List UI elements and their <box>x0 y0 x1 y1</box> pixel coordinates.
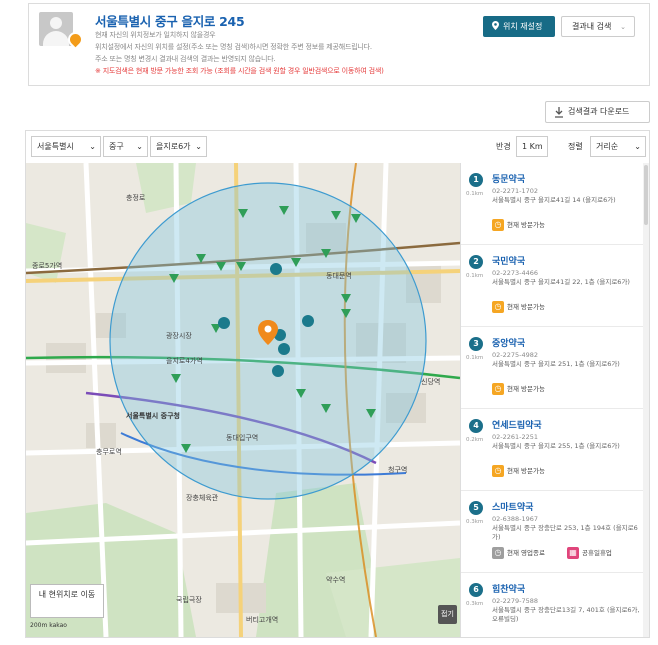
pharmacy-list: 1 0.1km 동문약국 02-2271-1702 서울특별시 중구 을지로41… <box>460 163 649 637</box>
list-item[interactable]: 2 0.1km 국민약국 02-2273-4466 서울특별시 중구 을지로41… <box>461 245 644 327</box>
holiday-badge: ▦ 공휴일휴업 <box>567 547 612 560</box>
pharmacy-name[interactable]: 동문약국 <box>492 172 525 185</box>
location-box: 서울특별시 중구 을지로 245 현재 자신의 위치정보가 일치하지 않을경우 … <box>28 3 650 86</box>
distance-text: 0.1km <box>466 191 484 197</box>
reset-location-button[interactable]: 위치 재설정 <box>483 16 555 37</box>
clock-icon: ◷ <box>492 219 504 231</box>
pharmacy-name[interactable]: 힘찬약국 <box>492 582 525 595</box>
distance-text: 0.1km <box>466 273 484 279</box>
pharmacy-address: 서울특별시 중구 을지로41길 22, 1층 (을지로6가) <box>492 278 630 286</box>
pharmacy-address: 서울특별시 중구 장충단로13길 7, 401호 (을지로6가, 오류빌딩) <box>492 606 640 623</box>
list-item[interactable]: 1 0.1km 동문약국 02-2271-1702 서울특별시 중구 을지로41… <box>461 163 644 245</box>
map-canvas <box>26 163 460 637</box>
pharmacy-name[interactable]: 중앙약국 <box>492 336 525 349</box>
pharmacy-address: 서울특별시 중구 을지로 251, 1층 (을지로6가) <box>492 360 620 368</box>
pharmacy-phone: 02-6388-1967 <box>492 515 539 523</box>
download-results-button[interactable]: 검색결과 다운로드 <box>545 101 650 123</box>
list-item[interactable]: 5 0.3km 스마트약국 02-6388-1967 서울특별시 중구 장충단로… <box>461 491 644 573</box>
chevron-down-icon: ⌄ <box>89 142 96 151</box>
sort-label: 정렬 <box>568 142 583 151</box>
result-number: 4 <box>469 419 483 433</box>
current-address-title: 서울특별시 중구 을지로 245 <box>95 14 245 29</box>
list-item[interactable]: 3 0.1km 중앙약국 02-2275-4982 서울특별시 중구 을지로 2… <box>461 327 644 409</box>
map-label: 약수역 <box>326 576 346 584</box>
pharmacy-address: 서울특별시 중구 을지로41길 14 (을지로6가) <box>492 196 616 204</box>
pharmacy-name[interactable]: 국민약국 <box>492 254 525 267</box>
distance-text: 0.3km <box>466 519 484 525</box>
radius-select[interactable]: 1 Km <box>516 136 548 157</box>
pharmacy-phone: 02-2261-2251 <box>492 433 539 441</box>
list-scrollbar[interactable] <box>643 163 649 637</box>
my-location-button[interactable]: 내 현위치로 이동 <box>30 584 104 618</box>
city-select[interactable]: 서울특별시 ⌄ <box>31 136 101 157</box>
distance-text: 0.2km <box>466 437 484 443</box>
chevron-down-icon: ⌄ <box>136 142 143 151</box>
pharmacy-name[interactable]: 스마트약국 <box>492 500 533 513</box>
map-label: 국립극장 <box>176 596 202 604</box>
distance-text: 0.3km <box>466 601 484 607</box>
map-label: 종로5가역 <box>32 262 63 270</box>
result-number: 5 <box>469 501 483 515</box>
map-label: 충정로 <box>126 194 146 202</box>
warning-text: ※ 지도검색은 현재 방문 가능한 조회 가능 (조회를 시간을 검색 원할 경… <box>95 67 384 75</box>
calendar-icon: ▦ <box>567 547 579 559</box>
status-badge: ◷ 현재 방문가능 <box>492 219 545 232</box>
list-item[interactable]: 4 0.2km 연세드림약국 02-2261-2251 서울특별시 중구 을지로… <box>461 409 644 491</box>
map-label: 동대문역 <box>326 272 352 280</box>
pharmacy-map[interactable]: 종로5가역 동대문역 을지로4가역 서울특별시 중구청 청구역 신당역 동대입구… <box>26 163 460 637</box>
clock-icon: ◷ <box>492 465 504 477</box>
sort-select[interactable]: 거리순 ⌄ <box>590 136 646 157</box>
location-description: 현재 자신의 위치정보가 일치하지 않을경우 위치설정에서 자신의 위치를 설정… <box>95 31 384 75</box>
download-icon <box>555 107 563 118</box>
map-label: 신당역 <box>421 378 441 386</box>
pharmacy-phone: 02-2271-1702 <box>492 187 539 195</box>
district-select[interactable]: 중구 ⌄ <box>103 136 148 157</box>
fold-button[interactable]: 접기 <box>438 605 457 624</box>
map-scale: 200m kakao <box>30 622 67 629</box>
clock-icon: ◷ <box>492 301 504 313</box>
map-label: 버티고개역 <box>246 616 279 624</box>
pharmacy-phone: 02-2275-4982 <box>492 351 539 359</box>
pharmacy-address: 서울특별시 중구 장충단로 253, 1층 194호 (을지로6가) <box>492 524 638 541</box>
map-label: 동대입구역 <box>226 434 259 442</box>
kakao-logo: kakao <box>49 622 67 629</box>
map-pin-icon <box>492 21 499 30</box>
status-badge: ◷ 현재 영업종료 <box>492 547 545 560</box>
map-label: 을지로4가역 <box>166 357 203 365</box>
pharmacy-name[interactable]: 연세드림약국 <box>492 418 542 431</box>
result-search-button[interactable]: 결과내 검색 ⌄ <box>561 16 635 37</box>
list-item[interactable]: 6 0.3km 힘찬약국 02-2279-7588 서울특별시 중구 장충단로1… <box>461 573 644 637</box>
map-label: 광장시장 <box>166 332 192 340</box>
status-badge: ◷ 현재 방문가능 <box>492 383 545 396</box>
chevron-down-icon: ⌄ <box>620 23 626 31</box>
distance-text: 0.1km <box>466 355 484 361</box>
clock-icon: ◷ <box>492 383 504 395</box>
map-label: 서울특별시 중구청 <box>126 412 180 420</box>
map-label: 장충체육관 <box>186 494 219 502</box>
pharmacy-phone: 02-2279-7588 <box>492 597 539 605</box>
dong-select[interactable]: 을지로6가 ⌄ <box>150 136 207 157</box>
result-number: 6 <box>469 583 483 597</box>
scroll-thumb[interactable] <box>644 165 648 225</box>
result-number: 3 <box>469 337 483 351</box>
status-badge: ◷ 현재 방문가능 <box>492 465 545 478</box>
chevron-down-icon: ⌄ <box>195 142 202 151</box>
map-label: 충무로역 <box>96 448 122 456</box>
pharmacy-address: 서울특별시 중구 을지로 255, 1층 (을지로6가) <box>492 442 620 450</box>
map-label: 청구역 <box>388 466 408 474</box>
radius-label: 반경 <box>496 142 511 151</box>
pharmacy-phone: 02-2273-4466 <box>492 269 539 277</box>
clock-icon: ◷ <box>492 547 504 559</box>
chevron-down-icon: ⌄ <box>634 142 641 151</box>
status-badge: ◷ 현재 방문가능 <box>492 301 545 314</box>
result-number: 1 <box>469 173 483 187</box>
result-number: 2 <box>469 255 483 269</box>
